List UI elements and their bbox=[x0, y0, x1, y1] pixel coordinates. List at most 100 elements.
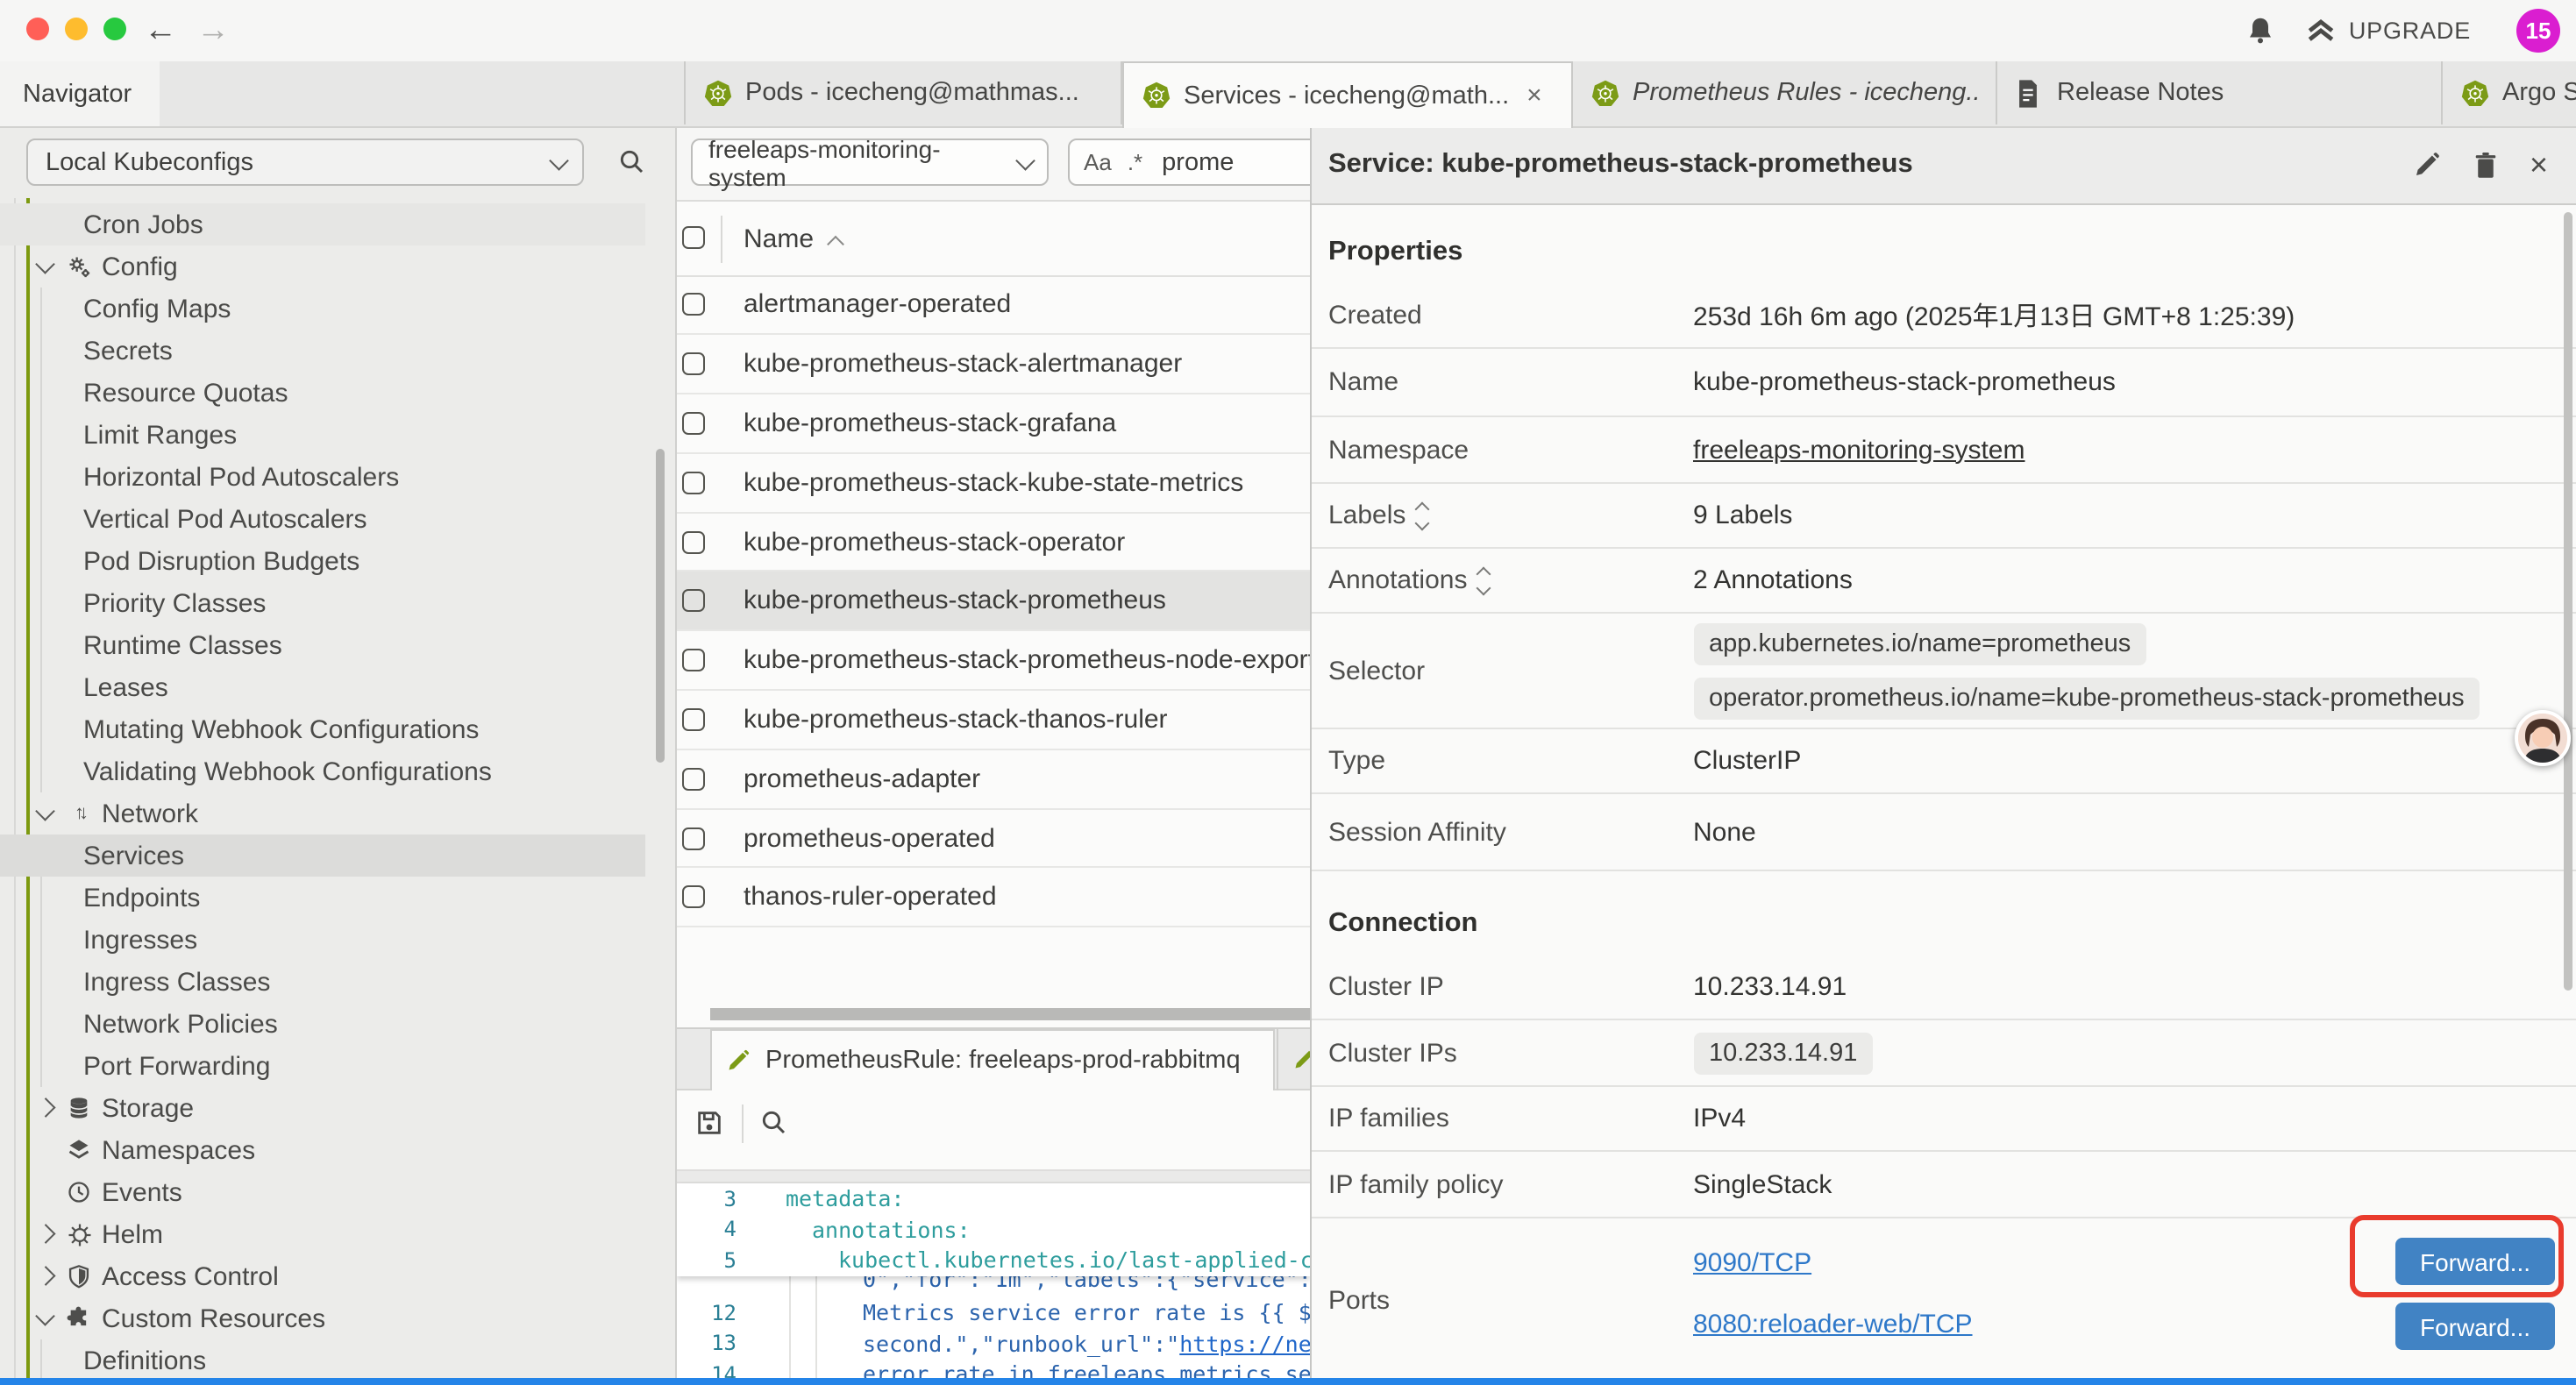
table-row-kube-prometheus-stack-kube-state-metrics[interactable]: kube-prometheus-stack-kube-state-metrics bbox=[677, 454, 1309, 514]
sidebar-item-endpoints[interactable]: Endpoints bbox=[0, 877, 645, 919]
sidebar-item-custom-resources[interactable]: Custom Resources bbox=[0, 1297, 645, 1339]
user-avatar[interactable] bbox=[2515, 709, 2571, 765]
row-checkbox[interactable] bbox=[682, 886, 705, 909]
back-arrow-icon[interactable]: ← bbox=[144, 7, 177, 54]
maximize-window-button[interactable] bbox=[103, 17, 125, 39]
tab-argo-se[interactable]: Argo Se bbox=[2443, 61, 2576, 124]
detail-value-link[interactable]: freeleaps-monitoring-system bbox=[1693, 435, 2025, 465]
sort-updown-icon[interactable] bbox=[1477, 568, 1488, 593]
row-checkbox[interactable] bbox=[682, 352, 705, 375]
port-link-9090-tcp[interactable]: 9090/TCP bbox=[1693, 1247, 1811, 1277]
navigator-search-icon[interactable] bbox=[617, 146, 645, 174]
detail-scrollbar[interactable] bbox=[2563, 212, 2572, 991]
dock-tab-prometheusrule[interactable]: PrometheusRule: freeleaps-prod-rabbitmq bbox=[709, 1028, 1274, 1090]
sidebar-item-resource-quotas[interactable]: Resource Quotas bbox=[0, 372, 645, 414]
sidebar-item-config-maps[interactable]: Config Maps bbox=[0, 288, 645, 330]
notification-count-badge[interactable]: 15 bbox=[2516, 8, 2560, 52]
table-row-kube-prometheus-stack-prometheus-node-exporter[interactable]: kube-prometheus-stack-prometheus-node-ex… bbox=[677, 632, 1309, 692]
kubeconfig-dropdown[interactable]: Local Kubeconfigs bbox=[26, 138, 584, 186]
row-checkbox[interactable] bbox=[682, 649, 705, 671]
sidebar-item-config[interactable]: Config bbox=[0, 245, 645, 288]
sidebar-item-network-policies[interactable]: Network Policies bbox=[0, 1003, 645, 1045]
chevron-right-icon[interactable] bbox=[35, 1102, 56, 1115]
table-row-prometheus-operated[interactable]: prometheus-operated bbox=[677, 809, 1309, 869]
sidebar-item-services[interactable]: Services bbox=[0, 835, 645, 877]
sidebar-item-network[interactable]: ↑↓Network bbox=[0, 792, 645, 835]
tab-release-notes[interactable]: Release Notes bbox=[1997, 61, 2443, 124]
sidebar-item-runtime-classes[interactable]: Runtime Classes bbox=[0, 624, 645, 666]
sidebar-item-helm[interactable]: Helm bbox=[0, 1213, 645, 1255]
sidebar-item-ingress-classes[interactable]: Ingress Classes bbox=[0, 961, 645, 1003]
sidebar-item-port-forwarding[interactable]: Port Forwarding bbox=[0, 1045, 645, 1087]
sidebar-item-leases[interactable]: Leases bbox=[0, 666, 645, 708]
close-window-button[interactable] bbox=[26, 17, 49, 39]
annotation-highlight-box bbox=[2350, 1215, 2564, 1297]
match-case-toggle[interactable]: Aa bbox=[1084, 149, 1112, 175]
sidebar-item-cron-jobs[interactable]: Cron Jobs bbox=[0, 203, 645, 245]
forward-arrow-icon[interactable]: → bbox=[196, 7, 230, 54]
table-row-thanos-ruler-operated[interactable]: thanos-ruler-operated bbox=[677, 869, 1309, 928]
sidebar-item-horizontal-pod-autoscalers[interactable]: Horizontal Pod Autoscalers bbox=[0, 456, 645, 498]
row-checkbox[interactable] bbox=[682, 294, 705, 316]
sidebar-item-storage[interactable]: Storage bbox=[0, 1087, 645, 1129]
save-icon[interactable] bbox=[694, 1108, 724, 1138]
delete-trash-icon[interactable] bbox=[2472, 150, 2498, 180]
sidebar-item-vertical-pod-autoscalers[interactable]: Vertical Pod Autoscalers bbox=[0, 498, 645, 540]
minimize-window-button[interactable] bbox=[65, 17, 88, 39]
close-icon[interactable]: × bbox=[2530, 143, 2548, 185]
chevron-down-icon[interactable] bbox=[35, 1312, 56, 1325]
sidebar-item-namespaces[interactable]: Namespaces bbox=[0, 1129, 645, 1171]
sort-updown-icon[interactable] bbox=[1416, 503, 1427, 528]
editor-search-icon[interactable] bbox=[759, 1109, 787, 1137]
name-column-header[interactable]: Name bbox=[744, 201, 842, 276]
forward-button[interactable]: Forward... bbox=[2395, 1303, 2555, 1350]
sidebar-item-validating-webhook-configurations[interactable]: Validating Webhook Configurations bbox=[0, 750, 645, 792]
tab-services-icecheng-math[interactable]: Services - icecheng@math...× bbox=[1122, 61, 1573, 128]
sidebar-item-limit-ranges[interactable]: Limit Ranges bbox=[0, 414, 645, 456]
select-all-checkbox[interactable] bbox=[682, 225, 705, 248]
chevron-down-icon[interactable] bbox=[35, 260, 56, 273]
table-row-kube-prometheus-stack-alertmanager[interactable]: kube-prometheus-stack-alertmanager bbox=[677, 336, 1309, 395]
code-link[interactable]: https://net bbox=[1179, 1331, 1309, 1357]
sidebar-item-access-control[interactable]: Access Control bbox=[0, 1255, 645, 1297]
dock-tab-partial[interactable] bbox=[1276, 1028, 1309, 1090]
sidebar-item-definitions[interactable]: Definitions bbox=[0, 1339, 645, 1381]
tab-pods-icecheng-mathmas[interactable]: Pods - icecheng@mathmas... bbox=[684, 61, 1122, 124]
table-row-kube-prometheus-stack-prometheus[interactable]: kube-prometheus-stack-prometheus bbox=[677, 572, 1309, 632]
row-checkbox[interactable] bbox=[682, 412, 705, 435]
tab-prometheus-rules-icecheng[interactable]: Prometheus Rules - icecheng... bbox=[1573, 61, 1997, 124]
list-search-box[interactable]: Aa .* bbox=[1068, 138, 1309, 186]
navigator-scrollbar[interactable] bbox=[655, 449, 664, 763]
sidebar-item-mutating-webhook-configurations[interactable]: Mutating Webhook Configurations bbox=[0, 708, 645, 750]
table-row-alertmanager-operated[interactable]: alertmanager-operated bbox=[677, 276, 1309, 336]
row-checkbox[interactable] bbox=[682, 590, 705, 613]
namespace-filter-dropdown[interactable]: freeleaps-monitoring-system bbox=[691, 138, 1049, 186]
sidebar-item-priority-classes[interactable]: Priority Classes bbox=[0, 582, 645, 624]
notifications-bell-icon[interactable] bbox=[2245, 14, 2276, 47]
upgrade-button[interactable]: UPGRADE bbox=[2307, 0, 2471, 61]
sidebar-item-ingresses[interactable]: Ingresses bbox=[0, 919, 645, 961]
row-checkbox[interactable] bbox=[682, 530, 705, 553]
table-row-kube-prometheus-stack-operator[interactable]: kube-prometheus-stack-operator bbox=[677, 513, 1309, 572]
chevron-right-icon[interactable] bbox=[35, 1270, 56, 1283]
table-row-kube-prometheus-stack-grafana[interactable]: kube-prometheus-stack-grafana bbox=[677, 394, 1309, 454]
chevron-right-icon[interactable] bbox=[35, 1228, 56, 1241]
table-row-prometheus-adapter[interactable]: prometheus-adapter bbox=[677, 750, 1309, 810]
port-link-8080-reloader-web-tcp[interactable]: 8080:reloader-web/TCP bbox=[1693, 1309, 1973, 1339]
search-input[interactable] bbox=[1158, 146, 1288, 178]
row-checkbox[interactable] bbox=[682, 768, 705, 791]
horizontal-scrollbar[interactable] bbox=[710, 1007, 1309, 1019]
row-checkbox[interactable] bbox=[682, 708, 705, 731]
close-tab-icon[interactable]: × bbox=[1526, 81, 1542, 110]
row-checkbox[interactable] bbox=[682, 827, 705, 849]
edit-pencil-icon[interactable] bbox=[2412, 150, 2440, 178]
table-row-kube-prometheus-stack-thanos-ruler[interactable]: kube-prometheus-stack-thanos-ruler bbox=[677, 691, 1309, 750]
row-checkbox[interactable] bbox=[682, 472, 705, 494]
sidebar-item-secrets[interactable]: Secrets bbox=[0, 330, 645, 372]
navigator-panel-tab[interactable]: Navigator bbox=[0, 61, 160, 126]
chevron-down-icon[interactable] bbox=[35, 807, 56, 820]
yaml-editor[interactable]: 3metadata:4annotations:5kubectl.kubernet… bbox=[677, 1183, 1309, 1385]
sidebar-item-events[interactable]: Events bbox=[0, 1171, 645, 1213]
regex-toggle[interactable]: .* bbox=[1128, 149, 1142, 175]
sidebar-item-pod-disruption-budgets[interactable]: Pod Disruption Budgets bbox=[0, 540, 645, 582]
